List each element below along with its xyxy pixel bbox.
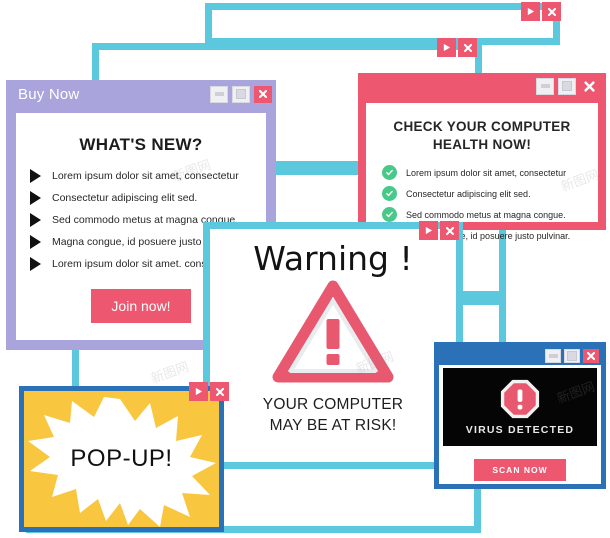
scan-now-wrap: SCAN NOW: [439, 459, 601, 481]
health-body: CHECK YOUR COMPUTER HEALTH NOW! Lorem ip…: [366, 103, 598, 244]
play-icon[interactable]: [189, 382, 208, 401]
warning-triangle-icon: [272, 280, 394, 383]
check-circle-icon: [382, 165, 397, 181]
list-item: Sed commodo metus at magna congue.: [382, 207, 588, 223]
health-heading: CHECK YOUR COMPUTER HEALTH NOW!: [376, 118, 588, 154]
octagon-exclamation-icon: [500, 379, 540, 419]
warning-subtitle-line-2: MAY BE AT RISK!: [269, 416, 397, 434]
minimize-icon[interactable]: [545, 348, 561, 363]
close-icon[interactable]: [580, 78, 598, 95]
popup-window[interactable]: POP-UP!: [19, 386, 224, 532]
popup-label: POP-UP!: [70, 445, 173, 472]
close-icon[interactable]: [254, 85, 272, 103]
join-now-button[interactable]: Join now!: [91, 289, 191, 323]
triangle-bullet-icon: [30, 257, 41, 271]
check-circle-icon: [382, 207, 397, 223]
buy-now-titlebar: Buy Now: [6, 80, 276, 108]
list-item-label: Lorem ipsum dolor sit amet, consectetur: [52, 170, 239, 182]
maximize-icon[interactable]: [564, 348, 580, 363]
health-heading-line-1: CHECK YOUR COMPUTER: [393, 119, 571, 134]
play-icon[interactable]: [419, 221, 438, 240]
play-icon[interactable]: [437, 38, 456, 57]
list-item: Consectetur adipiscing elit sed.: [382, 186, 588, 202]
health-heading-line-2: HEALTH NOW!: [432, 137, 532, 153]
maximize-icon[interactable]: [232, 85, 250, 103]
triangle-bullet-icon: [30, 213, 41, 227]
close-icon[interactable]: [440, 221, 459, 240]
list-item: Lorem ipsum dolor sit amet, consectetur: [382, 165, 588, 181]
play-icon[interactable]: [521, 2, 540, 21]
frame-top-right[interactable]: [205, 3, 560, 45]
warning-title: Warning !: [253, 239, 413, 278]
frame-upper-mid-controls: [437, 38, 477, 57]
virus-alert-panel: VIRUS DETECTED: [443, 368, 597, 446]
close-icon[interactable]: [210, 382, 229, 401]
triangle-bullet-icon: [30, 169, 41, 183]
close-icon[interactable]: [542, 2, 561, 21]
list-item-label: Lorem ipsum dolor sit amet. consec: [52, 258, 218, 270]
triangle-bullet-icon: [30, 191, 41, 205]
computer-health-window[interactable]: CHECK YOUR COMPUTER HEALTH NOW! Lorem ip…: [358, 73, 606, 244]
list-item-label: Consectetur adipiscing elit sed.: [52, 192, 198, 204]
triangle-bullet-icon: [30, 235, 41, 249]
list-item-label: Consectetur adipiscing elit sed.: [406, 188, 531, 199]
warning-window[interactable]: Warning ! YOUR COMPUTER MAY BE AT RISK!: [203, 222, 463, 469]
scan-now-button[interactable]: SCAN NOW: [474, 459, 566, 481]
popup-ads-collage: Buy Now WHAT'S NEW? Lorem ipsum dolor si…: [0, 0, 610, 538]
maximize-icon[interactable]: [558, 77, 576, 95]
virus-detected-window[interactable]: VIRUS DETECTED SCAN NOW: [434, 342, 606, 489]
close-icon[interactable]: [583, 348, 599, 363]
list-item: Lorem ipsum dolor sit amet, consectetur: [28, 169, 254, 183]
warning-subtitle-line-1: YOUR COMPUTER: [262, 396, 404, 413]
buy-now-title: Buy Now: [18, 85, 80, 103]
list-item-label: Sed commodo metus at magna congue.: [406, 209, 566, 220]
health-titlebar: [358, 73, 606, 99]
buy-now-heading: WHAT'S NEW?: [79, 135, 203, 154]
minimize-icon[interactable]: [536, 77, 554, 95]
warning-subtitle: YOUR COMPUTER MAY BE AT RISK!: [210, 395, 456, 437]
check-circle-icon: [382, 186, 397, 202]
virus-titlebar: [438, 346, 602, 365]
minimize-icon[interactable]: [210, 85, 228, 103]
frame-lower-mid-controls: [419, 221, 459, 240]
close-icon[interactable]: [458, 38, 477, 57]
virus-detected-label: VIRUS DETECTED: [465, 424, 575, 436]
list-item: Consectetur adipiscing elit sed.: [28, 191, 254, 205]
list-item-label: Magna congue, id posuere justo pul: [52, 236, 219, 248]
frame-top-right-controls: [521, 2, 561, 21]
list-item-label: Lorem ipsum dolor sit amet, consectetur: [406, 167, 567, 178]
warning-triangle-wrap: [210, 280, 456, 389]
health-window-controls: [536, 77, 598, 95]
buy-now-window-controls: [210, 85, 272, 103]
popup-window-controls: [189, 382, 229, 401]
